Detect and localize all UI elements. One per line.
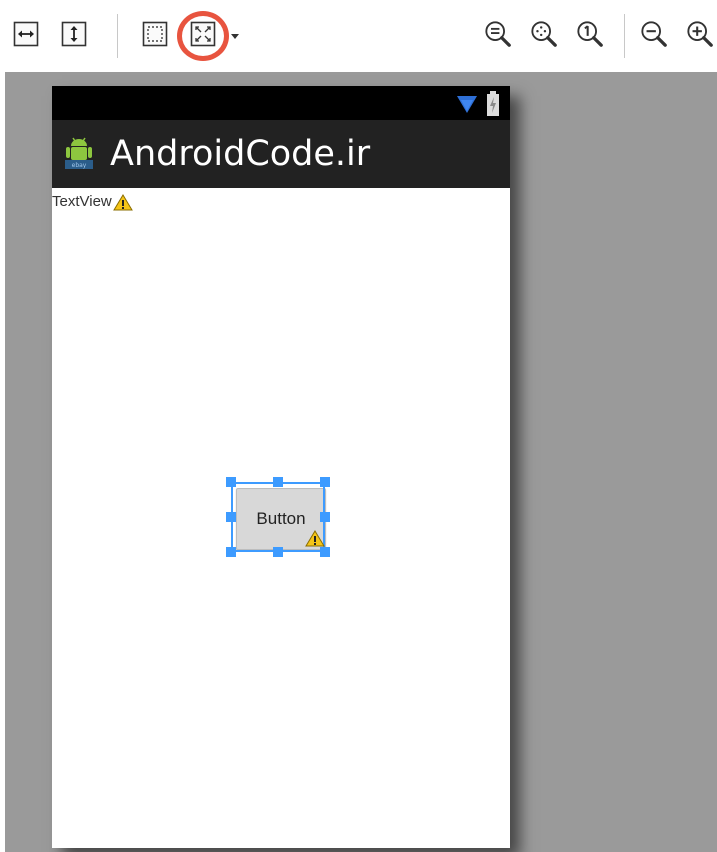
dropdown-arrow-icon[interactable] <box>231 34 239 39</box>
editor-toolbar <box>0 0 717 72</box>
zoom-out-icon <box>641 21 667 47</box>
resize-handle-bottom-left[interactable] <box>226 547 236 557</box>
zoom-actual-button[interactable] <box>576 20 604 48</box>
warning-icon[interactable] <box>305 530 325 547</box>
battery-charging-icon <box>487 91 499 116</box>
zoom-in-icon <box>687 21 713 47</box>
wifi-signal-icon <box>457 96 477 113</box>
resize-handle-top[interactable] <box>273 477 283 487</box>
resize-handle-top-right[interactable] <box>320 477 330 487</box>
emulate-real-size-button[interactable] <box>189 20 217 48</box>
resize-handle-right[interactable] <box>320 512 330 522</box>
toolbar-separator <box>624 14 625 58</box>
layout-editor: ebay AndroidCode.ir TextView Button <box>0 0 717 852</box>
zoom-fit-icon <box>485 21 511 47</box>
fit-height-button[interactable] <box>60 20 88 48</box>
layout-bounds-icon <box>142 21 168 47</box>
fit-width-button[interactable] <box>12 20 40 48</box>
resize-handle-left[interactable] <box>226 512 236 522</box>
textview-widget[interactable]: TextView <box>52 193 112 210</box>
resize-handle-bottom[interactable] <box>273 547 283 557</box>
status-bar <box>52 86 510 120</box>
device-preview[interactable]: ebay AndroidCode.ir TextView Button <box>52 86 510 848</box>
resize-handle-top-left[interactable] <box>226 477 236 487</box>
layout-bounds-button[interactable] <box>141 20 169 48</box>
android-robot-icon: ebay <box>65 137 93 169</box>
warning-icon[interactable] <box>113 194 133 211</box>
zoom-to-fill-icon <box>531 21 557 47</box>
zoom-to-fill-button[interactable] <box>530 20 558 48</box>
activity-content[interactable]: TextView Button <box>52 188 510 848</box>
fit-height-icon <box>61 21 87 47</box>
fit-width-icon <box>13 21 39 47</box>
toolbar-separator <box>117 14 118 58</box>
svg-text:ebay: ebay <box>72 162 87 169</box>
zoom-fit-button[interactable] <box>484 20 512 48</box>
action-bar: ebay AndroidCode.ir <box>52 120 510 188</box>
zoom-in-button[interactable] <box>686 20 714 48</box>
emulate-real-size-icon <box>190 21 216 47</box>
zoom-out-button[interactable] <box>640 20 668 48</box>
app-title: AndroidCode.ir <box>110 134 371 174</box>
resize-handle-bottom-right[interactable] <box>320 547 330 557</box>
zoom-actual-icon <box>577 21 603 47</box>
